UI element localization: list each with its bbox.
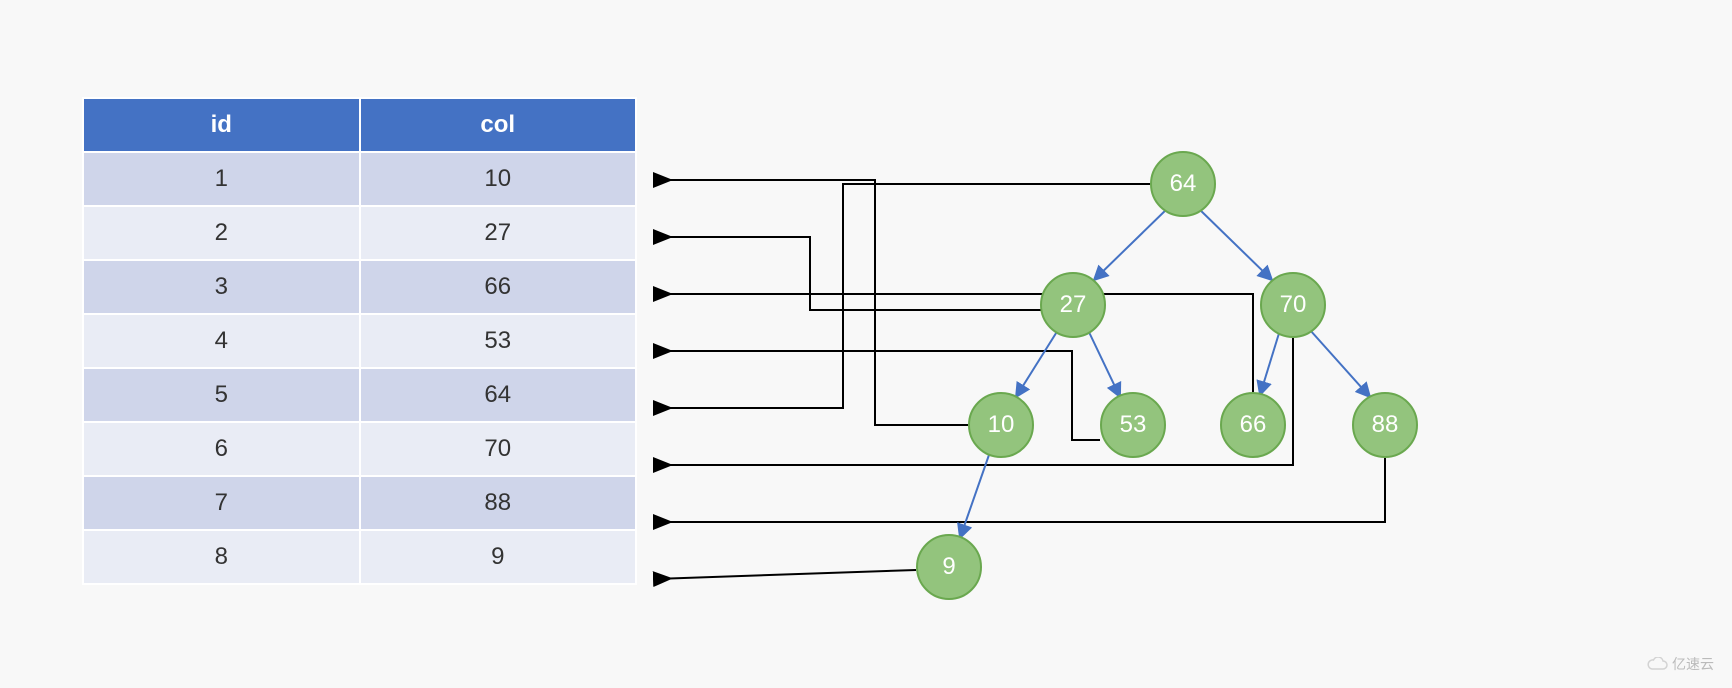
cell-col: 64 (360, 368, 637, 422)
tree-node-rl: 66 (1220, 392, 1286, 458)
table-row: 564 (83, 368, 636, 422)
table-row: 788 (83, 476, 636, 530)
cell-col: 70 (360, 422, 637, 476)
node-label: 66 (1240, 411, 1267, 439)
cell-col: 88 (360, 476, 637, 530)
cell-id: 1 (83, 152, 360, 206)
cell-col: 53 (360, 314, 637, 368)
data-table: id col 110 227 366 453 564 670 788 89 (82, 97, 637, 585)
table-row: 670 (83, 422, 636, 476)
cell-col: 27 (360, 206, 637, 260)
node-label: 9 (942, 553, 955, 581)
cell-col: 66 (360, 260, 637, 314)
column-header-col: col (360, 98, 637, 152)
cell-id: 2 (83, 206, 360, 260)
cloud-icon (1646, 657, 1668, 671)
tree-node-lll: 9 (916, 534, 982, 600)
tree-node-left: 27 (1040, 272, 1106, 338)
table-row: 366 (83, 260, 636, 314)
tree-node-ll: 10 (968, 392, 1034, 458)
tree-node-lr: 53 (1100, 392, 1166, 458)
node-label: 53 (1120, 411, 1147, 439)
cell-id: 7 (83, 476, 360, 530)
table-row: 110 (83, 152, 636, 206)
node-label: 10 (988, 411, 1015, 439)
watermark-text: 亿速云 (1672, 654, 1714, 674)
watermark: 亿速云 (1646, 654, 1714, 674)
cell-id: 8 (83, 530, 360, 584)
tree-node-right: 70 (1260, 272, 1326, 338)
cell-id: 4 (83, 314, 360, 368)
cell-col: 10 (360, 152, 637, 206)
tree-node-rr: 88 (1352, 392, 1418, 458)
table-row: 227 (83, 206, 636, 260)
node-label: 70 (1280, 291, 1307, 319)
cell-col: 9 (360, 530, 637, 584)
tree-node-root: 64 (1150, 151, 1216, 217)
node-label: 64 (1170, 170, 1197, 198)
cell-id: 5 (83, 368, 360, 422)
table-row: 453 (83, 314, 636, 368)
cell-id: 3 (83, 260, 360, 314)
node-label: 27 (1060, 291, 1087, 319)
table-row: 89 (83, 530, 636, 584)
node-label: 88 (1372, 411, 1399, 439)
column-header-id: id (83, 98, 360, 152)
cell-id: 6 (83, 422, 360, 476)
